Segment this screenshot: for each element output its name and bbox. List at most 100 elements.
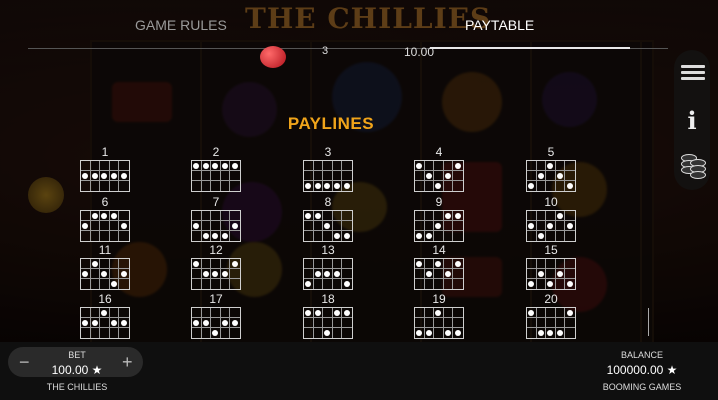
payline-cell xyxy=(415,181,425,191)
payline-cell xyxy=(527,231,537,241)
payline-cell xyxy=(332,259,343,269)
payline-cell xyxy=(202,279,212,289)
payline-cell xyxy=(443,308,454,318)
payline-cell xyxy=(201,259,212,269)
payline-cell xyxy=(556,279,566,289)
payline-dot xyxy=(211,269,221,279)
payline-cell xyxy=(323,259,333,269)
payline-dot xyxy=(100,269,110,279)
payline-cell xyxy=(230,171,240,181)
payline-cell xyxy=(546,308,556,318)
payline-1: 1 xyxy=(80,145,130,192)
payline-dot xyxy=(556,328,566,338)
payline-number: 2 xyxy=(212,145,220,159)
payline-cell xyxy=(443,259,454,269)
payline-dot xyxy=(342,308,352,318)
payline-cell xyxy=(201,211,212,221)
payline-cell xyxy=(314,231,324,241)
payline-4: 4 xyxy=(414,145,464,192)
payline-diagram xyxy=(191,160,241,192)
payline-number: 14 xyxy=(432,243,446,257)
payline-cell xyxy=(81,259,91,269)
payline-cell xyxy=(323,318,333,328)
payline-dot xyxy=(313,211,324,221)
payline-cell xyxy=(565,259,575,269)
payline-cell xyxy=(546,211,556,221)
payline-cell xyxy=(110,328,120,338)
payline-cell xyxy=(434,211,444,221)
payline-cell xyxy=(81,231,91,241)
payline-cell xyxy=(546,171,556,181)
payline-dot xyxy=(537,328,547,338)
payline-19: 19 xyxy=(414,292,464,339)
payline-cell xyxy=(323,279,333,289)
payline-cell xyxy=(333,279,343,289)
payline-cell xyxy=(221,328,231,338)
payline-cell xyxy=(332,221,343,231)
payline-dot xyxy=(434,181,444,191)
payline-cell xyxy=(81,181,91,191)
payline-dot xyxy=(565,308,575,318)
coins-icon[interactable] xyxy=(681,150,706,179)
payline-dot xyxy=(453,328,463,338)
payline-cell xyxy=(453,171,463,181)
payline-dot xyxy=(100,171,110,181)
payline-dot xyxy=(211,328,221,338)
payline-dot xyxy=(546,328,556,338)
payline-dot xyxy=(323,328,333,338)
payline-cell xyxy=(332,171,343,181)
payline-cell xyxy=(314,328,324,338)
payline-3: 3 xyxy=(303,145,353,192)
payline-cell xyxy=(424,211,435,221)
payline-cell xyxy=(527,259,537,269)
tab-paytable[interactable]: PAYTABLE xyxy=(465,17,534,33)
payline-cell xyxy=(90,221,101,231)
payline-cell xyxy=(304,269,314,279)
payline-cell xyxy=(119,231,129,241)
payline-number: 9 xyxy=(435,195,443,209)
payline-cell xyxy=(342,318,352,328)
tab-game-rules[interactable]: GAME RULES xyxy=(135,17,227,33)
payline-dot xyxy=(453,259,463,269)
payline-cell xyxy=(546,231,556,241)
payline-dot xyxy=(314,181,324,191)
payline-diagram xyxy=(414,307,464,339)
studio-name: BOOMING GAMES xyxy=(602,382,682,392)
payline-cell xyxy=(221,181,231,191)
payline-cell xyxy=(333,328,343,338)
payline-cell xyxy=(100,279,110,289)
payline-dot xyxy=(110,279,120,289)
payline-cell xyxy=(415,269,425,279)
payline-dot xyxy=(100,211,110,221)
payline-cell xyxy=(81,211,91,221)
payline-cell xyxy=(342,161,352,171)
scrollbar[interactable] xyxy=(648,308,649,336)
payline-dot xyxy=(109,318,120,328)
payline-18: 18 xyxy=(303,292,353,339)
payline-dot xyxy=(546,221,556,231)
payline-cell xyxy=(434,279,444,289)
payline-cell xyxy=(119,328,129,338)
payline-dot xyxy=(434,259,444,269)
info-icon[interactable]: i xyxy=(674,106,710,135)
payline-dot xyxy=(90,211,101,221)
payline-dot xyxy=(109,171,120,181)
payline-cell xyxy=(192,269,202,279)
payline-cell xyxy=(546,318,556,328)
payline-dot xyxy=(444,328,454,338)
payline-dot xyxy=(230,259,240,269)
payline-cell xyxy=(415,279,425,289)
payline-cell xyxy=(323,231,333,241)
menu-icon[interactable] xyxy=(681,65,705,81)
payline-cell xyxy=(192,328,202,338)
payline-cell xyxy=(453,318,463,328)
payline-20: 20 xyxy=(526,292,576,339)
payline-diagram xyxy=(526,160,576,192)
payline-cell xyxy=(342,221,352,231)
payline-dot xyxy=(201,269,212,279)
payline-cell xyxy=(527,269,537,279)
payline-cell xyxy=(211,181,221,191)
payline-cell xyxy=(453,308,463,318)
payline-cell xyxy=(211,308,221,318)
payline-cell xyxy=(109,161,120,171)
